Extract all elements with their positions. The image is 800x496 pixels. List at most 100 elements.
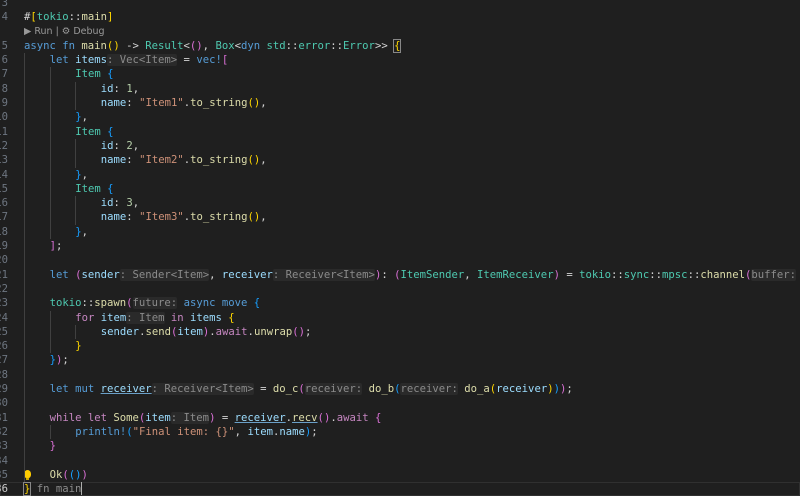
code-token: ; [311, 425, 318, 438]
code-text: } [24, 439, 56, 453]
code-token: to_string [190, 211, 248, 224]
code-line[interactable]: 20 [0, 253, 800, 267]
line-number: 24 [0, 311, 8, 324]
code-line[interactable]: 34 [0, 454, 800, 468]
line-number: 13 [0, 154, 8, 167]
inlay-hint: : Vec<Item> [107, 54, 178, 67]
debug-codelens-button[interactable]: ⚙ Debug [62, 26, 105, 37]
inlay-hint: : Receiver<Item> [272, 268, 375, 281]
code-line[interactable]: 14}, [0, 168, 800, 182]
code-token: Item [75, 68, 108, 81]
code-text [24, 368, 50, 382]
indent-guide [24, 253, 50, 267]
code-token: :: [649, 268, 663, 281]
code-line[interactable]: 29let mut receiver: Receiver<Item> = do_… [0, 382, 800, 396]
code-token: Some [113, 411, 139, 424]
code-token: :: [611, 268, 624, 281]
indent-guide [24, 268, 50, 282]
code-line[interactable]: 21 let (sender: Sender<Item>, receiver: R… [0, 268, 800, 282]
code-line[interactable]: 15 Item { [0, 182, 800, 196]
code-line[interactable]: 32 println!("Final item: {}", item.name); [0, 425, 800, 439]
code-token: { [107, 125, 114, 138]
code-token: { [107, 68, 114, 81]
run-codelens-button[interactable]: ▶ Run [24, 26, 53, 37]
code-line[interactable]: 35 Ok(()) [0, 468, 800, 482]
code-line[interactable]: 4 #[tokio::main] [0, 10, 800, 24]
code-line[interactable]: 26} [0, 339, 800, 353]
code-token: : [113, 82, 127, 95]
line-number: 14 [0, 168, 8, 181]
code-token: ) [81, 468, 88, 481]
code-token: { [107, 182, 114, 195]
code-token: name [279, 425, 305, 438]
code-line[interactable]: 9 name: "Item1".to_string(), [0, 96, 800, 110]
code-line[interactable]: 25 sender.send(item).await.unwrap(); [0, 325, 800, 339]
code-token: to_string [190, 154, 248, 167]
code-line[interactable]: 30 [0, 396, 800, 410]
indent-guide [24, 210, 50, 224]
indent-guide [50, 82, 76, 96]
code-line[interactable]: 7 Item { [0, 67, 800, 81]
code-token: = [559, 268, 580, 281]
code-text: Ok(()) [24, 468, 88, 482]
line-number: 5 [1, 39, 8, 52]
line-number: 32 [0, 425, 8, 438]
code-text: name: "Item2".to_string(), [24, 153, 267, 167]
code-line[interactable]: 27}); [0, 353, 800, 367]
code-token: println! [75, 425, 127, 438]
code-line[interactable]: 28 [0, 368, 800, 382]
code-token: , [81, 168, 88, 181]
code-text: name: "Item1".to_string(), [24, 96, 267, 110]
code-text [24, 454, 50, 468]
code-token: , [202, 39, 216, 52]
indent-guide [50, 311, 76, 325]
code-line[interactable]: 24 for item: Item in items { [0, 311, 800, 325]
code-line[interactable]: 16 id: 3, [0, 196, 800, 210]
code-text: name: "Item3".to_string(), [24, 210, 267, 224]
code-token: id [100, 82, 114, 95]
code-token: { [375, 411, 382, 424]
code-line[interactable]: 5 async fn main() -> Result<(), Box<dyn s… [0, 38, 800, 53]
code-token: : [381, 268, 395, 281]
code-text: sender.send(item).await.unwrap(); [24, 325, 312, 339]
line-number: 8 [1, 82, 8, 95]
code-line[interactable]: 3 [0, 0, 800, 10]
code-text: let (sender: Sender<Item>, receiver: Rec… [24, 268, 797, 282]
line-number: 19 [0, 240, 8, 253]
code-line[interactable]: 31 while let Some(item: Item) = receiver.… [0, 411, 800, 425]
indent-guide [24, 411, 50, 425]
code-line[interactable]: 17 name: "Item3".to_string(), [0, 210, 800, 224]
code-token: , [464, 268, 478, 281]
code-line[interactable]: 13 name: "Item2".to_string(), [0, 153, 800, 167]
code-editor[interactable]: 3 4 #[tokio::main] ▶ Run | ⚙ Debug 5 async fn… [0, 0, 800, 496]
code-line[interactable]: 12 id: 2, [0, 139, 800, 153]
code-token: "Item2" [139, 154, 184, 167]
code-token: main [81, 39, 107, 52]
line-number: 22 [0, 282, 8, 295]
code-text: #[tokio::main] [24, 10, 113, 24]
line-number: 17 [0, 211, 8, 224]
code-text: }, [24, 110, 88, 124]
code-line[interactable]: 6 let items: Vec<Item> = vec![ [0, 53, 800, 67]
code-token: :: [81, 297, 95, 310]
text-cursor [81, 482, 83, 496]
code-line[interactable]: 18}, [0, 225, 800, 239]
indent-guide [24, 311, 50, 325]
code-line[interactable]: 33} [0, 439, 800, 453]
line-number: 12 [0, 139, 8, 152]
code-line[interactable]: 22 [0, 282, 800, 296]
code-line[interactable]: 8 id: 1, [0, 82, 800, 96]
code-line[interactable]: 23 tokio::spawn(future: async move { [0, 296, 800, 310]
code-token: : [126, 154, 140, 167]
code-token: await [336, 411, 369, 424]
codelens-separator: | [52, 25, 62, 37]
code-token: , [132, 82, 140, 95]
indent-guide [24, 182, 50, 196]
code-token: for [75, 311, 101, 324]
line-number: 6 [1, 54, 8, 67]
code-token: sender [81, 268, 120, 281]
code-line[interactable]: 19]; [0, 239, 800, 253]
code-line[interactable]: 11 Item { [0, 125, 800, 139]
code-token: item [145, 411, 171, 424]
code-line[interactable]: 10}, [0, 110, 800, 124]
